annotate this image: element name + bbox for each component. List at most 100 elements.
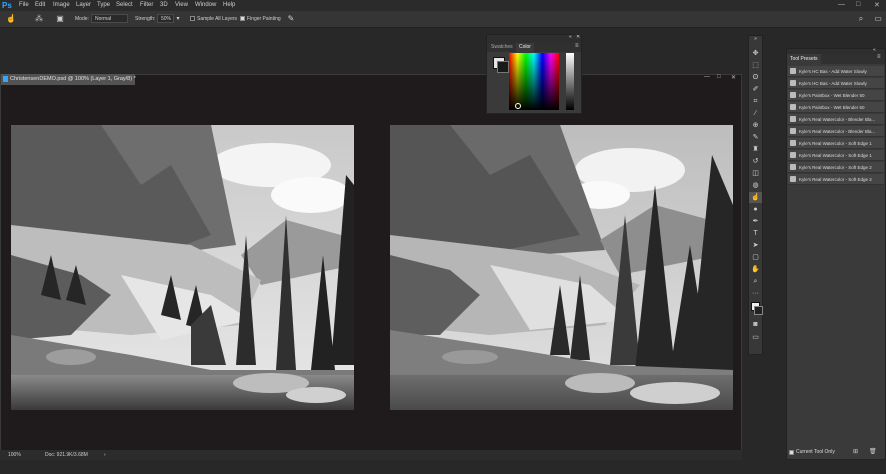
- menu-window[interactable]: Window: [195, 2, 216, 8]
- document-tab[interactable]: ChristensenDEMO.psd @ 100% (Layer 1, Gra…: [1, 74, 136, 85]
- presets-menu-icon[interactable]: ≡: [877, 54, 881, 60]
- marquee-tool-icon[interactable]: ⬚: [749, 60, 762, 71]
- preset-label: Kyle's Real Watercolor - Blender Bla...: [799, 117, 876, 122]
- study-painting[interactable]: [390, 125, 733, 410]
- lasso-tool-icon[interactable]: ʘ: [749, 72, 762, 83]
- lightness-slider[interactable]: [566, 53, 574, 110]
- finger-painting-checkbox[interactable]: [240, 16, 245, 21]
- pressure-icon[interactable]: ✎: [286, 14, 296, 24]
- menu-image[interactable]: Image: [53, 2, 70, 8]
- new-preset-icon[interactable]: ⊞: [853, 448, 858, 455]
- preset-label: Kyle's HC Bas - Add Water Slowly: [799, 69, 867, 74]
- eraser-tool-icon[interactable]: ◫: [749, 168, 762, 179]
- preset-label: Kyle's Paintbox - Wet Blender 50: [799, 93, 865, 98]
- menu-select[interactable]: Select: [116, 2, 133, 8]
- brush-preset-icon: [790, 164, 796, 170]
- minimize-button[interactable]: —: [838, 1, 845, 8]
- doc-maximize-icon[interactable]: □: [717, 74, 721, 80]
- preset-item[interactable]: Kyle's Paintbox - Wet Blender 50: [788, 102, 884, 113]
- preset-label: Kyle's Real Watercolor - Blender Bla...: [799, 129, 876, 134]
- type-tool-icon[interactable]: T: [749, 228, 762, 239]
- screen-mode-icon[interactable]: ▭: [749, 332, 762, 343]
- tools-background-swatch[interactable]: [754, 306, 763, 315]
- quick-select-tool-icon[interactable]: ✐: [749, 84, 762, 95]
- photoshop-logo: Ps: [2, 1, 12, 10]
- smudge-tool-icon[interactable]: ☝: [5, 14, 17, 24]
- status-arrow-icon[interactable]: ›: [104, 450, 106, 460]
- doc-minimize-icon[interactable]: —: [704, 74, 710, 80]
- move-tool-icon[interactable]: ✥: [749, 48, 762, 59]
- quick-mask-icon[interactable]: ◙: [749, 319, 762, 330]
- strength-dropdown-icon[interactable]: ▾: [174, 14, 182, 24]
- menu-file[interactable]: File: [19, 2, 29, 8]
- search-icon[interactable]: ⌕: [856, 14, 866, 24]
- current-tool-only-label: Current Tool Only: [796, 449, 835, 455]
- tab-color[interactable]: Color: [516, 43, 534, 52]
- healing-tool-icon[interactable]: ⊕: [749, 120, 762, 131]
- menu-help[interactable]: Help: [223, 2, 235, 8]
- document-size: Doc: 921.9K/3.68M: [45, 452, 88, 458]
- path-select-tool-icon[interactable]: ➤: [749, 240, 762, 251]
- preset-item[interactable]: Kyle's Real Watercolor - Soft Edge 2: [788, 174, 884, 185]
- rectangle-tool-icon[interactable]: ▢: [749, 252, 762, 263]
- color-picker-marker[interactable]: [515, 103, 521, 109]
- brush-preset-icon: [790, 140, 796, 146]
- menu-filter[interactable]: Filter: [140, 2, 153, 8]
- presets-collapse-icon[interactable]: «: [873, 47, 876, 53]
- preset-label: Kyle's HC Bas - Add Water Slowly: [799, 81, 867, 86]
- brush-preset-icon: [790, 104, 796, 110]
- zoom-tool-icon[interactable]: ⌕: [749, 276, 762, 287]
- document-tab-title: ChristensenDEMO.psd @ 100% (Layer 1, Gra…: [10, 76, 136, 82]
- background-color-swatch[interactable]: [497, 61, 509, 73]
- delete-preset-icon[interactable]: 🗑: [869, 448, 877, 455]
- eyedropper-tool-icon[interactable]: ∕: [749, 108, 762, 119]
- paint-bucket-tool-icon[interactable]: ◍: [749, 180, 762, 191]
- doc-close-icon[interactable]: ✕: [731, 74, 736, 81]
- zoom-level[interactable]: 100%: [8, 450, 21, 460]
- maximize-button[interactable]: □: [856, 1, 860, 8]
- pen-tool-icon[interactable]: ✒: [749, 216, 762, 227]
- preset-item[interactable]: Kyle's HC Bas - Add Water Slowly: [788, 66, 884, 77]
- crop-tool-icon[interactable]: ⌗: [749, 96, 762, 107]
- sample-all-layers-checkbox[interactable]: [190, 16, 195, 21]
- brush-preset-picker-icon[interactable]: ⁂: [33, 14, 45, 24]
- preset-item[interactable]: Kyle's Real Watercolor - Blender Bla...: [788, 126, 884, 137]
- preset-item[interactable]: Kyle's HC Bas - Add Water Slowly: [788, 78, 884, 89]
- preset-item[interactable]: Kyle's Paintbox - Wet Blender 50: [788, 90, 884, 101]
- tab-tool-presets[interactable]: Tool Presets: [787, 54, 821, 64]
- smudge-tool-icon[interactable]: ☝: [749, 192, 762, 203]
- brush-preset-icon: [790, 128, 796, 134]
- tab-swatches[interactable]: Swatches: [491, 44, 513, 50]
- workspace-icon[interactable]: ▭: [873, 14, 883, 24]
- menu-type[interactable]: Type: [97, 2, 110, 8]
- menu-view[interactable]: View: [175, 2, 188, 8]
- menu-edit[interactable]: Edit: [35, 2, 45, 8]
- close-button[interactable]: ✕: [874, 1, 880, 9]
- reference-painting[interactable]: [11, 125, 354, 410]
- brush-preset-icon: [790, 80, 796, 86]
- preset-item[interactable]: Kyle's Real Watercolor - Blender Bla...: [788, 114, 884, 125]
- history-brush-tool-icon[interactable]: ↺: [749, 156, 762, 167]
- mode-select[interactable]: Normal: [91, 14, 128, 23]
- more-tools-icon[interactable]: ···: [749, 288, 762, 299]
- tool-presets-panel: « Tool Presets ≡ Kyle's HC Bas - Add Wat…: [786, 47, 886, 460]
- close-panel-icon[interactable]: ✕: [576, 34, 580, 40]
- panel-menu-icon[interactable]: ≡: [575, 43, 579, 49]
- preset-item[interactable]: Kyle's Real Watercolor - Soft Edge 1: [788, 138, 884, 149]
- color-spectrum[interactable]: [509, 53, 559, 110]
- collapse-icon[interactable]: «: [569, 34, 572, 40]
- menu-3d[interactable]: 3D: [160, 2, 168, 8]
- hand-tool-icon[interactable]: ✋: [749, 264, 762, 275]
- preset-item[interactable]: Kyle's Real Watercolor - Soft Edge 2: [788, 162, 884, 173]
- dodge-tool-icon[interactable]: ●: [749, 204, 762, 215]
- tools-panel: » ✥ ⬚ ʘ ✐ ⌗ ∕ ⊕ ✎ ♜ ↺ ◫ ◍ ☝ ● ✒ T ➤ ▢ ✋ …: [748, 35, 763, 355]
- brush-preset-icon: [790, 116, 796, 122]
- tools-collapse-icon[interactable]: »: [749, 36, 762, 42]
- brush-tool-icon[interactable]: ✎: [749, 132, 762, 143]
- preset-item[interactable]: Kyle's Real Watercolor - Soft Edge 1: [788, 150, 884, 161]
- menu-layer[interactable]: Layer: [76, 2, 91, 8]
- strength-input[interactable]: 50%: [157, 14, 174, 23]
- brush-panel-icon[interactable]: ▣: [55, 14, 65, 24]
- current-tool-only-checkbox[interactable]: [789, 450, 794, 455]
- clone-stamp-tool-icon[interactable]: ♜: [749, 144, 762, 155]
